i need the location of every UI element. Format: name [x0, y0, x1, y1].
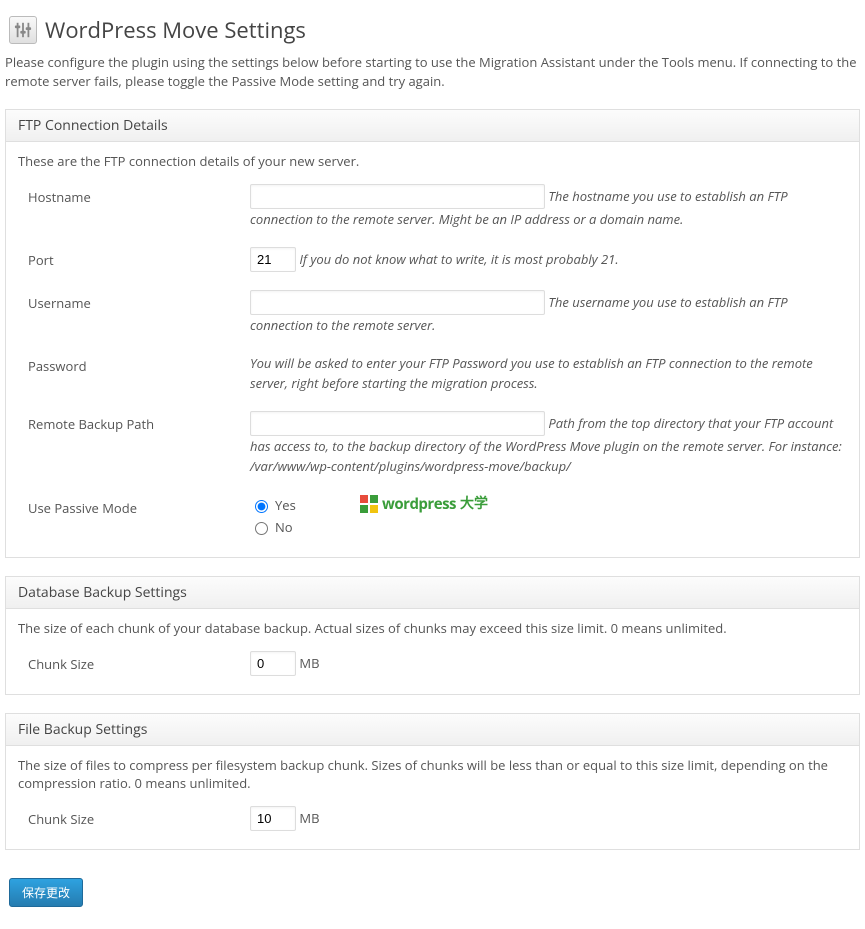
ftp-desc: These are the FTP connection details of … — [18, 152, 847, 170]
file-box: File Backup Settings The size of files t… — [5, 713, 860, 850]
username-label: Username — [28, 290, 250, 312]
save-button[interactable]: 保存更改 — [9, 878, 83, 907]
db-chunk-input[interactable] — [250, 651, 296, 676]
page-intro: Please configure the plugin using the se… — [5, 53, 860, 91]
hostname-label: Hostname — [28, 184, 250, 206]
db-desc: The size of each chunk of your database … — [18, 619, 847, 637]
db-heading: Database Backup Settings — [6, 577, 859, 609]
file-chunk-unit: MB — [299, 809, 319, 827]
password-hint: You will be asked to enter your FTP Pass… — [250, 354, 813, 392]
file-chunk-input[interactable] — [250, 806, 296, 831]
passive-yes-label: Yes — [275, 495, 296, 515]
file-chunk-label: Chunk Size — [28, 806, 250, 828]
passive-label: Use Passive Mode — [28, 495, 250, 517]
file-heading: File Backup Settings — [6, 714, 859, 746]
port-label: Port — [28, 247, 250, 269]
settings-icon — [9, 16, 37, 44]
port-hint: If you do not know what to write, it is … — [299, 250, 618, 268]
db-box: Database Backup Settings The size of eac… — [5, 576, 860, 695]
hostname-input[interactable] — [250, 184, 545, 209]
ftp-box: FTP Connection Details These are the FTP… — [5, 109, 860, 558]
page-title: WordPress Move Settings — [45, 15, 306, 45]
db-chunk-label: Chunk Size — [28, 651, 250, 673]
passive-yes-radio[interactable] — [255, 500, 268, 513]
db-chunk-unit: MB — [299, 654, 319, 672]
passive-no-radio[interactable] — [255, 522, 268, 535]
remote-path-input[interactable] — [250, 411, 545, 436]
passive-no-label: No — [275, 517, 293, 537]
password-label: Password — [28, 353, 250, 375]
remote-path-label: Remote Backup Path — [28, 411, 250, 433]
ftp-heading: FTP Connection Details — [6, 110, 859, 142]
file-desc: The size of files to compress per filesy… — [18, 756, 847, 792]
username-input[interactable] — [250, 290, 545, 315]
port-input[interactable] — [250, 247, 296, 272]
